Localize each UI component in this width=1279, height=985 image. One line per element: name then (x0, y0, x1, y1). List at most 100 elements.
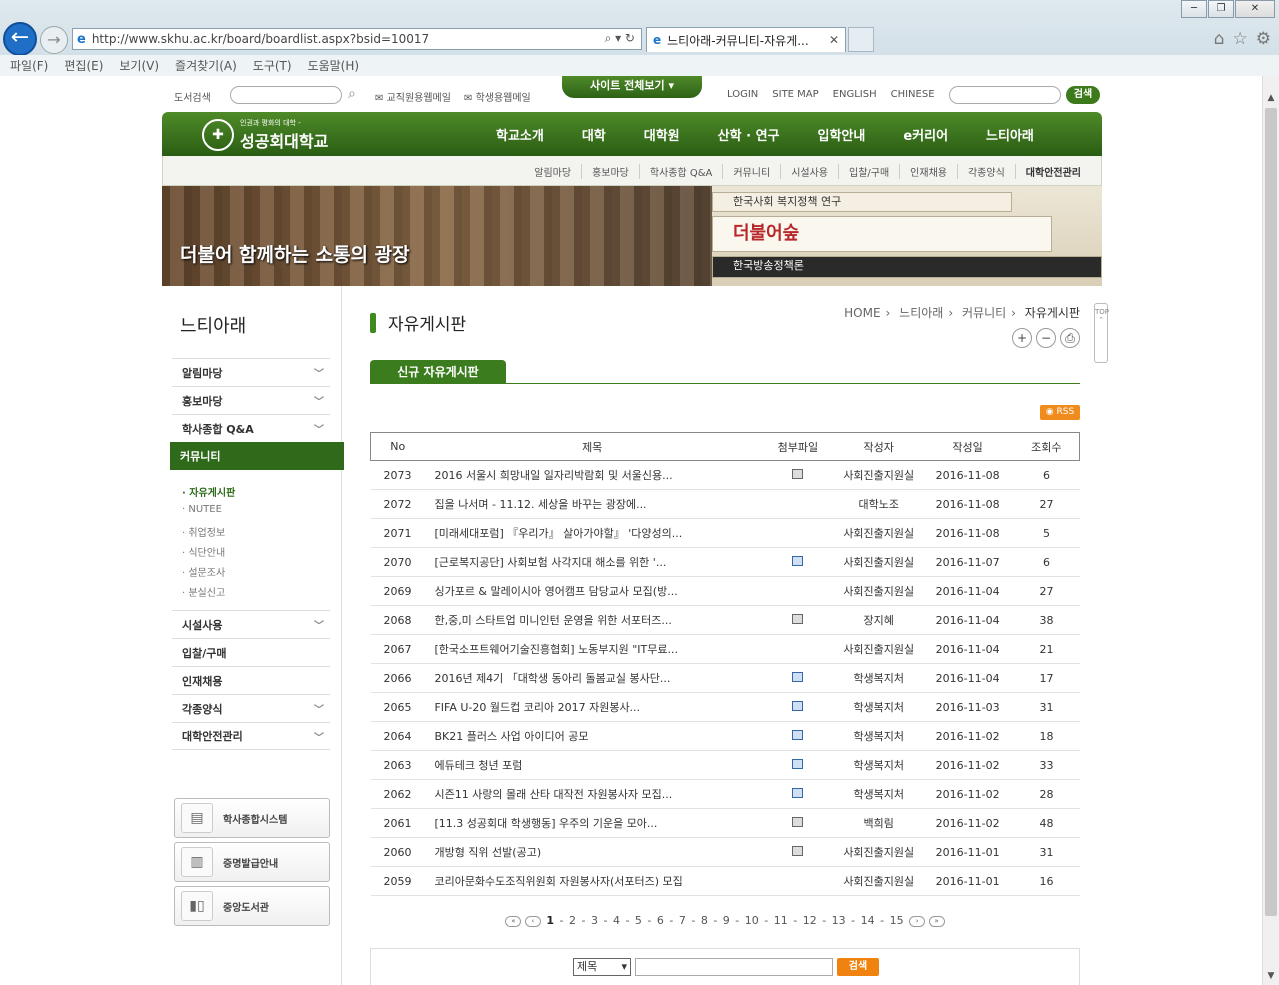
attachment-document-icon[interactable] (792, 758, 804, 769)
sidebar-item-facility[interactable]: 시설사용 ﹀ (172, 610, 330, 638)
table-row[interactable]: 2060 개방형 직위 선발(공고) 사회진출지원실 2016-11-01 31 (370, 837, 1080, 867)
table-row[interactable]: 2072 집을 나서며 - 11.12. 세상을 바꾸는 광장에... 대학노조 20… (370, 489, 1080, 519)
row-title[interactable]: FIFA U-20 월드컵 코리아 2017 자원봉사... (424, 692, 760, 722)
gnb-about[interactable]: 학교소개 (496, 125, 544, 144)
new-tab-button[interactable] (848, 27, 874, 52)
favorites-star-icon[interactable]: ☆ (1233, 29, 1248, 49)
attachment-document-icon[interactable] (792, 555, 804, 566)
gnb-research[interactable]: 산학 · 연구 (718, 125, 780, 144)
attachment-document-icon[interactable] (792, 700, 804, 711)
table-row[interactable]: 2063 에듀테크 청년 포럼 학생복지처 2016-11-02 33 (370, 750, 1080, 780)
sidebar-item-pr[interactable]: 홍보마당 ﹀ (172, 386, 330, 414)
lnb-facility[interactable]: 시설사용 (780, 164, 838, 179)
library-search-input[interactable] (230, 86, 342, 104)
row-title[interactable]: 집을 나서며 - 11.12. 세상을 바꾸는 광장에... (424, 489, 760, 519)
breadcrumb-section[interactable]: 느티아래 (899, 306, 943, 320)
page-link[interactable]: 14 (861, 914, 875, 927)
sidebar-item-recruit[interactable]: 인재채용 (172, 666, 330, 694)
search-field-select[interactable]: 제목 ▾ (573, 958, 631, 976)
attachment-disk-icon[interactable] (792, 613, 804, 624)
login-link[interactable]: LOGIN (727, 89, 758, 100)
sidebar-item-bid[interactable]: 입찰/구매 (172, 638, 330, 666)
sidebar-item-community[interactable]: 커뮤니티 (170, 442, 344, 470)
quick-academic-system[interactable]: ▤ 학사종합시스템 (174, 798, 330, 838)
lnb-pr[interactable]: 홍보마당 (581, 164, 639, 179)
restore-icon[interactable]: ❐ (1208, 0, 1234, 18)
minimize-icon[interactable]: ─ (1181, 0, 1207, 18)
submenu-lost[interactable]: · 분실신고 (182, 584, 330, 604)
board-search-button[interactable]: 검색 (837, 958, 879, 976)
lnb-qa[interactable]: 학사종합 Q&A (638, 164, 723, 179)
table-row[interactable]: 2068 한,중,미 스타트업 미니인턴 운영을 위한 서포터즈... 장지혜 201… (370, 605, 1080, 635)
last-page-icon[interactable]: » (928, 915, 945, 927)
page-link[interactable]: 9 (723, 914, 730, 927)
table-row[interactable]: 2069 싱가포르 & 말레이시아 영어캠프 담당교사 모집(방... 사회진출지원… (370, 576, 1080, 606)
sitemap-link[interactable]: SITE MAP (772, 89, 818, 100)
row-title[interactable]: 시즌11 사랑의 몰래 산타 대작전 자원봉사자 모집... (424, 779, 760, 809)
quick-certificate[interactable]: ▥ 증명발급안내 (174, 842, 330, 882)
first-page-icon[interactable]: « (505, 915, 522, 927)
quick-library[interactable]: ▮▯ 중앙도서관 (174, 886, 330, 926)
attachment-document-icon[interactable] (792, 671, 804, 682)
gnb-admission[interactable]: 입학안내 (818, 125, 866, 144)
search-icon[interactable]: ⌕ (348, 86, 356, 102)
breadcrumb-sub[interactable]: 커뮤니티 (962, 306, 1006, 320)
table-row[interactable]: 2065 FIFA U-20 월드컵 코리아 2017 자원봉사... 학생복지처 2… (370, 692, 1080, 722)
row-title[interactable]: [11.3 성공회대 학생행동] 우주의 기운을 모아... (424, 808, 760, 838)
forward-button[interactable]: → (40, 26, 68, 54)
attachment-document-icon[interactable] (792, 729, 804, 740)
row-title[interactable]: 싱가포르 & 말레이시아 영어캠프 담당교사 모집(방... (424, 576, 760, 606)
table-row[interactable]: 2071 [미래세대포럼] 『우리가』 살아가야할』 '다양성의... 사회진출지원… (370, 518, 1080, 548)
menu-tools[interactable]: 도구(T) (253, 57, 292, 74)
page-link[interactable]: 6 (657, 914, 664, 927)
table-row[interactable]: 2061 [11.3 성공회대 학생행동] 우주의 기운을 모아... 백희림 201… (370, 808, 1080, 838)
breadcrumb-home[interactable]: HOME (844, 306, 880, 320)
page-link[interactable]: 1 (546, 914, 554, 927)
board-tab[interactable]: 신규 자유게시판 (370, 360, 506, 384)
sidebar-item-forms[interactable]: 각종양식 ﹀ (172, 694, 330, 722)
row-title[interactable]: [근로복지공단] 사회보험 사각지대 해소를 위한 '... (424, 547, 760, 577)
home-icon[interactable]: ⌂ (1214, 29, 1225, 49)
menu-view[interactable]: 보기(V) (119, 57, 159, 74)
zoom-out-icon[interactable]: − (1036, 328, 1056, 348)
page-link[interactable]: 7 (679, 914, 686, 927)
page-link[interactable]: 3 (591, 914, 598, 927)
menu-help[interactable]: 도움말(H) (308, 57, 360, 74)
lnb-bid[interactable]: 입찰/구매 (838, 164, 899, 179)
sitemap-toggle-button[interactable]: 사이트 전체보기 ▾ (562, 76, 702, 98)
page-link[interactable]: 13 (832, 914, 846, 927)
back-button[interactable]: ← (3, 22, 37, 56)
page-link[interactable]: 4 (613, 914, 620, 927)
faculty-mail-link[interactable]: ✉ 교직원용웹메일 (375, 89, 451, 104)
attachment-document-icon[interactable] (792, 787, 804, 798)
submenu-survey[interactable]: · 설문조사 (182, 564, 330, 584)
chinese-link[interactable]: CHINESE (891, 89, 935, 100)
next-page-icon[interactable]: › (909, 915, 926, 927)
address-bar[interactable]: e http://www.skhu.ac.kr/board/boardlist.… (72, 28, 642, 50)
row-title[interactable]: [미래세대포럼] 『우리가』 살아가야할』 '다양성의... (424, 518, 760, 548)
site-search-input[interactable] (949, 86, 1061, 104)
row-title[interactable]: 2016년 제4기 「대학생 동아리 돌봄교실 봉사단... (424, 663, 760, 693)
site-search-button[interactable]: 검색 (1066, 86, 1100, 104)
scroll-top-button[interactable]: TOP ⌃ (1094, 303, 1109, 363)
row-title[interactable]: [한국소프트웨어기술진흥협회] 노동부지원 "IT무료... (424, 634, 760, 664)
lnb-notice[interactable]: 알림마당 (524, 164, 581, 179)
row-title[interactable]: BK21 플러스 사업 아이디어 공모 (424, 721, 760, 751)
page-link[interactable]: 2 (569, 914, 576, 927)
submenu-nutee[interactable]: · NUTEE (182, 504, 330, 524)
attachment-disk-icon[interactable] (792, 816, 804, 827)
page-link[interactable]: 15 (890, 914, 904, 927)
menu-edit[interactable]: 편집(E) (64, 57, 103, 74)
table-row[interactable]: 2070 [근로복지공단] 사회보험 사각지대 해소를 위한 '... 사회진출지원… (370, 547, 1080, 577)
menu-file[interactable]: 파일(F) (10, 57, 48, 74)
board-search-input[interactable] (635, 958, 833, 976)
tab-close-icon[interactable]: ✕ (829, 33, 839, 47)
page-link[interactable]: 10 (745, 914, 759, 927)
table-row[interactable]: 2073 2016 서울시 희망내일 일자리박람회 및 서울신용... 사회진출지원… (370, 460, 1080, 490)
table-row[interactable]: 2062 시즌11 사랑의 몰래 산타 대작전 자원봉사자 모집... 학생복지처 2… (370, 779, 1080, 809)
lnb-safety[interactable]: 대학안전관리 (1014, 164, 1091, 179)
row-title[interactable]: 코리아문화수도조직위원회 자원봉사자(서포터즈) 모집 (424, 866, 760, 896)
gnb-community[interactable]: 느티아래 (986, 125, 1034, 144)
scroll-thumb[interactable] (1265, 108, 1277, 916)
lnb-community[interactable]: 커뮤니티 (722, 164, 780, 179)
